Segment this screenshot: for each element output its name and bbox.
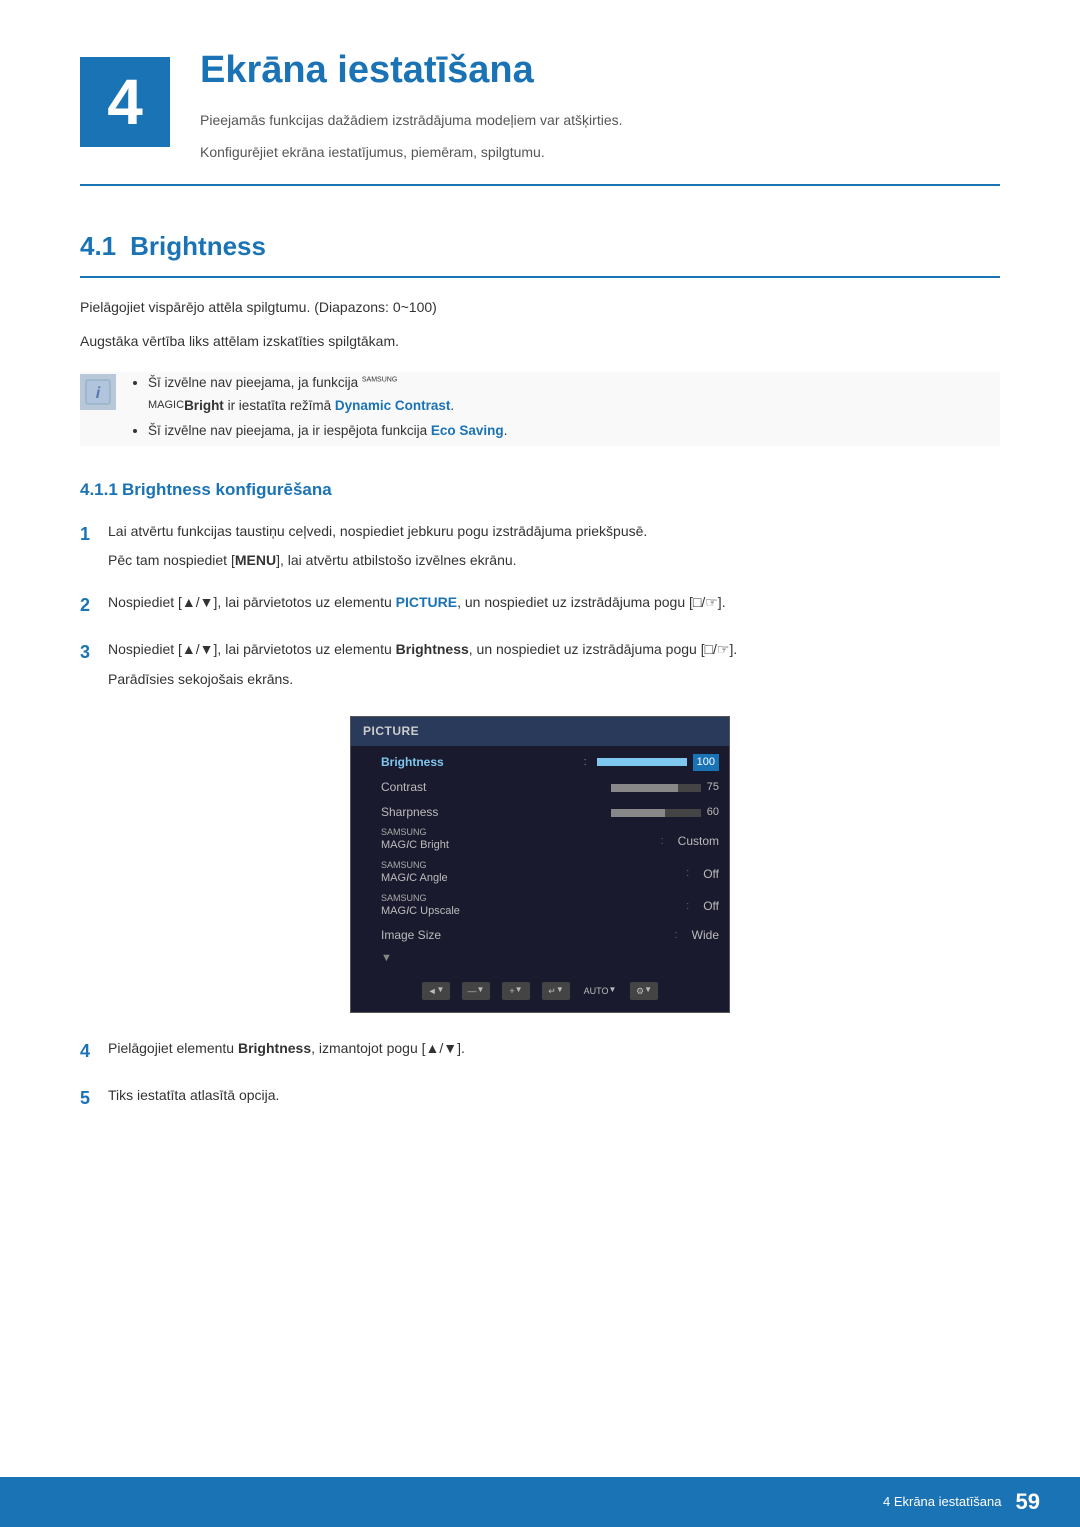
screen-item-contrast: Contrast 75 <box>351 775 729 800</box>
step-2-number: 2 <box>80 591 108 620</box>
step-5-number: 5 <box>80 1084 108 1113</box>
step-5-content: Tiks iestatīta atlasītā opcija. <box>108 1084 1000 1108</box>
footer-page: 59 <box>1016 1484 1040 1519</box>
screen-mockup-wrapper: PICTURE Brightness : 100 Contrast <box>80 716 1000 1013</box>
step-3-number: 3 <box>80 638 108 667</box>
step-1-number: 1 <box>80 520 108 549</box>
screen-item-magic-angle: SAMSUNG MAGIC Angle : Off <box>351 858 729 891</box>
screen-btn-left: ◄▼ <box>422 982 450 1000</box>
screen-item-sharpness: Sharpness 60 <box>351 800 729 825</box>
screen-btn-enter: ↵▼ <box>542 982 570 1000</box>
step-4-number: 4 <box>80 1037 108 1066</box>
screen-btn-auto: AUTO▼ <box>582 982 618 1000</box>
step-4-content: Pielāgojiet elementu Brightness, izmanto… <box>108 1037 1000 1061</box>
section-41-number: 4.1 <box>80 226 116 268</box>
screen-item-magic-bright: SAMSUNG MAGIC Bright : Custom <box>351 825 729 858</box>
screen-btn-minus: —▼ <box>462 982 490 1000</box>
screen-mockup: PICTURE Brightness : 100 Contrast <box>350 716 730 1013</box>
step-2-content: Nospiediet [▲/▼], lai pārvietotos uz ele… <box>108 591 1000 615</box>
screen-menu-items: Brightness : 100 Contrast <box>351 746 729 974</box>
screen-item-magic-upscale: SAMSUNG MAGIC Upscale : Off <box>351 891 729 924</box>
subsection-411-header: 4.1.1 Brightness konfigurēšana <box>80 476 1000 503</box>
chapter-title: Ekrāna iestatīšana <box>200 40 623 101</box>
note-icon: i <box>80 374 116 410</box>
section-41-intro1: Pielāgojiet vispārējo attēla spilgtumu. … <box>80 296 1000 320</box>
footer-text: 4 Ekrāna iestatīšana <box>883 1492 1002 1513</box>
screen-scroll-indicator: ▼ <box>351 948 729 970</box>
section-41-title: Brightness <box>130 226 266 268</box>
note-item-2: Šī izvēlne nav pieejama, ja ir iespējota… <box>148 420 507 443</box>
subsection-411-number: 4.1.1 <box>80 480 118 499</box>
step-4: 4 Pielāgojiet elementu Brightness, izman… <box>80 1037 1000 1066</box>
screen-title: PICTURE <box>351 717 729 746</box>
step-5: 5 Tiks iestatīta atlasītā opcija. <box>80 1084 1000 1113</box>
note-box: i Šī izvēlne nav pieejama, ja funkcija S… <box>80 372 1000 447</box>
screen-btn-plus: +▼ <box>502 982 530 1000</box>
step-1-content: Lai atvērtu funkcijas taustiņu ceļvedi, … <box>108 520 1000 574</box>
section-41-intro2: Augstāka vērtība liks attēlam izskatītie… <box>80 330 1000 354</box>
chapter-desc1: Pieejamās funkcijas dažādiem izstrādājum… <box>200 109 623 133</box>
subsection-411-title: Brightness konfigurēšana <box>122 480 332 499</box>
screen-item-brightness: Brightness : 100 <box>351 750 729 775</box>
note-item-1: Šī izvēlne nav pieejama, ja funkcija SAM… <box>148 372 507 418</box>
screen-bottom-buttons: ◄▼ —▼ +▼ ↵▼ AUTO▼ ⚙▼ <box>351 982 729 1000</box>
step-3: 3 Nospiediet [▲/▼], lai pārvietotos uz e… <box>80 638 1000 692</box>
section-41-header: 4.1 Brightness <box>80 226 1000 278</box>
step-2: 2 Nospiediet [▲/▼], lai pārvietotos uz e… <box>80 591 1000 620</box>
chapter-desc2: Konfigurējiet ekrāna iestatījumus, piemē… <box>200 141 623 165</box>
svg-text:i: i <box>96 385 101 402</box>
note-list: Šī izvēlne nav pieejama, ja funkcija SAM… <box>132 372 507 447</box>
step-3-content: Nospiediet [▲/▼], lai pārvietotos uz ele… <box>108 638 1000 692</box>
screen-btn-settings: ⚙▼ <box>630 982 658 1000</box>
chapter-number: 4 <box>80 57 170 147</box>
screen-item-image-size: Image Size : Wide <box>351 923 729 948</box>
page-footer: 4 Ekrāna iestatīšana 59 <box>0 1477 1080 1527</box>
step-1: 1 Lai atvērtu funkcijas taustiņu ceļvedi… <box>80 520 1000 574</box>
chapter-header: 4 Ekrāna iestatīšana Pieejamās funkcijas… <box>80 40 1000 186</box>
